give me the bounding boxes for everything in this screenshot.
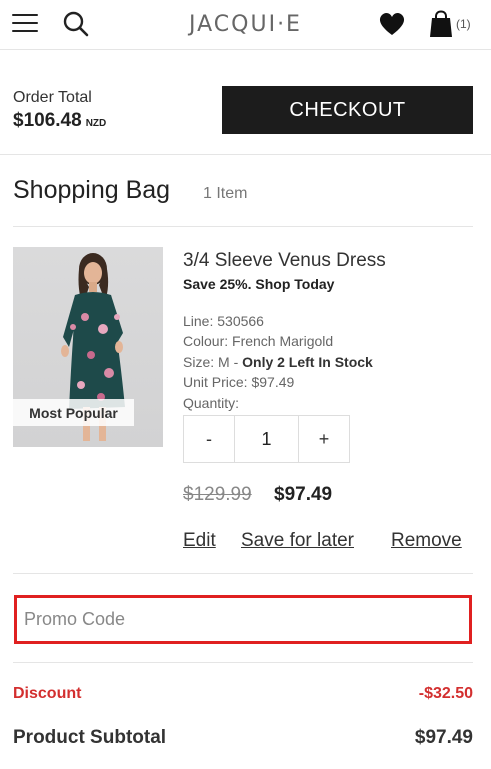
product-line-number: Line: 530566: [183, 313, 264, 329]
checkout-button[interactable]: CHECKOUT: [222, 86, 473, 134]
order-total-label: Order Total: [13, 89, 92, 106]
product-unit-price: Unit Price: $97.49: [183, 374, 295, 390]
remove-link[interactable]: Remove: [391, 530, 462, 552]
quantity-label: Quantity:: [183, 395, 240, 411]
sale-price: $97.49: [274, 484, 333, 505]
order-total-value: $106.48: [13, 110, 82, 131]
discount-label: Discount: [13, 685, 82, 702]
bag-item-count: 1 Item: [203, 185, 248, 202]
order-total-amount: $106.48 NZD: [13, 110, 106, 132]
shopping-bag-title: Shopping Bag: [13, 176, 171, 204]
divider: [13, 226, 473, 227]
promo-code-input[interactable]: [24, 605, 464, 634]
divider: [13, 662, 473, 663]
product-name[interactable]: 3/4 Sleeve Venus Dress: [183, 250, 386, 272]
product-subtotal-value: $97.49: [414, 727, 473, 748]
bag-count: (1): [456, 17, 471, 31]
quantity-stepper: - 1 +: [183, 415, 350, 463]
site-header: JACQUI·E (1): [0, 0, 491, 50]
product-colour: Colour: French Marigold: [183, 333, 334, 349]
quantity-value[interactable]: 1: [234, 416, 299, 462]
promo-code-box: [14, 595, 472, 644]
currency-label: NZD: [85, 118, 107, 129]
heart-icon[interactable]: [378, 11, 406, 37]
brand-logo[interactable]: JACQUI·E: [0, 12, 491, 37]
quantity-decrease-button[interactable]: -: [184, 416, 234, 462]
original-price: $129.99: [183, 484, 252, 505]
edit-link[interactable]: Edit: [183, 530, 216, 552]
product-size-value: Size: M -: [183, 354, 243, 370]
order-total-bar: Order Total $106.48 NZD CHECKOUT: [0, 51, 491, 155]
product-subtotal-label: Product Subtotal: [13, 727, 167, 748]
discount-value: -$32.50: [418, 685, 473, 702]
save-for-later-link[interactable]: Save for later: [241, 530, 354, 552]
shopping-bag-icon[interactable]: [429, 10, 453, 38]
stock-status: Only 2 Left In Stock: [242, 354, 373, 370]
product-size: Size: M - Only 2 Left In Stock: [183, 354, 373, 370]
product-promo: Save 25%. Shop Today: [183, 276, 335, 292]
most-popular-badge: Most Popular: [13, 399, 134, 426]
divider: [13, 573, 473, 574]
quantity-increase-button[interactable]: +: [299, 416, 349, 462]
